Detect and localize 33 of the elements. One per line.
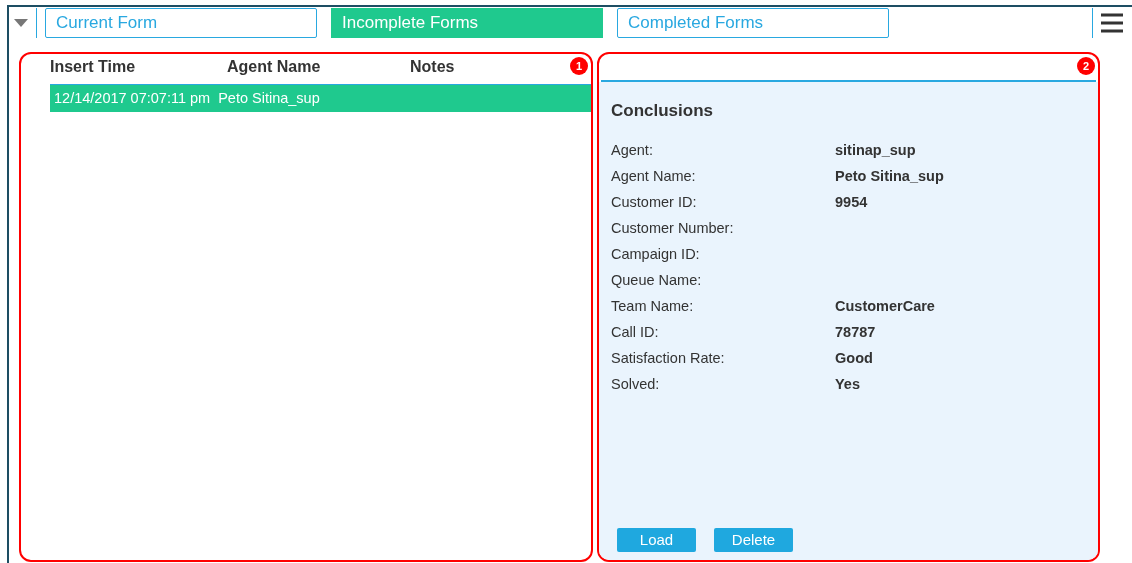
- field-value: Good: [835, 348, 873, 368]
- field-value: 78787: [835, 322, 876, 342]
- field-value: CustomerCare: [835, 296, 935, 316]
- field-label: Call ID:: [611, 322, 660, 342]
- action-button[interactable]: Load: [617, 528, 696, 552]
- dropdown-caret-icon[interactable]: [14, 19, 28, 27]
- column-header: Insert Time: [50, 57, 137, 77]
- field-label: Team Name:: [611, 296, 695, 316]
- tab[interactable]: Completed Forms: [617, 8, 889, 38]
- field-label: Campaign ID:: [611, 244, 701, 264]
- menu-icon[interactable]: [1101, 13, 1123, 33]
- field-value: Yes: [835, 374, 860, 394]
- field-label: Queue Name:: [611, 270, 703, 290]
- field-label: Agent Name:: [611, 166, 697, 186]
- field-label: Solved:: [611, 374, 661, 394]
- section-title: Conclusions: [611, 100, 714, 122]
- field-label: Agent:: [611, 140, 654, 160]
- field-value: sitinap_sup: [835, 140, 916, 160]
- column-header: Agent Name: [227, 57, 322, 77]
- field-label: Customer ID:: [611, 192, 698, 212]
- table-cell-text: Peto Sitina_sup: [218, 88, 320, 108]
- field-value: 9954: [835, 192, 868, 212]
- table-cell-text: 12/14/2017 07:07:11 pm: [54, 88, 211, 108]
- field-value: Peto Sitina_sup: [835, 166, 944, 186]
- callout-badge: 1: [570, 57, 588, 75]
- callout-badge: 2: [1077, 57, 1095, 75]
- form-row[interactable]: 12/14/2017 07:07:11 pm Peto Sitina_sup: [50, 84, 591, 112]
- tab[interactable]: Current Form: [45, 8, 317, 38]
- field-label: Satisfaction Rate:: [611, 348, 726, 368]
- tab[interactable]: Incomplete Forms: [331, 8, 603, 38]
- field-label: Customer Number:: [611, 218, 735, 238]
- column-header: Notes: [410, 57, 455, 77]
- action-button[interactable]: Delete: [714, 528, 793, 552]
